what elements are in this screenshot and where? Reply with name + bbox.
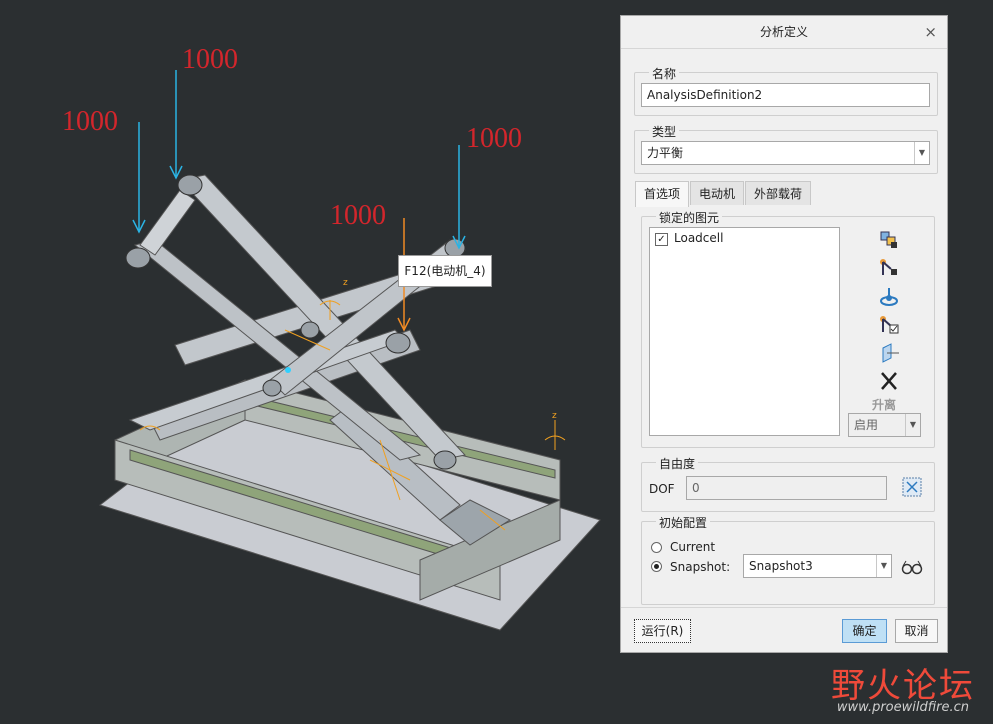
dof-display-icon[interactable] xyxy=(901,476,923,498)
lift-label: 升离 xyxy=(872,398,897,412)
force-arrows xyxy=(132,70,466,250)
dof-field: 0 xyxy=(686,476,887,500)
chevron-down-icon[interactable]: ▼ xyxy=(905,414,920,436)
dialog-title: 分析定义 xyxy=(759,25,808,39)
type-select-value: 力平衡 xyxy=(647,146,684,160)
dialog-titlebar[interactable]: 分析定义 × xyxy=(621,16,947,49)
ok-button[interactable]: 确定 xyxy=(842,619,887,643)
locked-entities-list[interactable]: ✓ Loadcell xyxy=(649,227,840,436)
tab-external-loads[interactable]: 外部载荷 xyxy=(745,181,811,205)
tab-preferences[interactable]: 首选项 xyxy=(635,181,689,207)
force-label-1: 1000 xyxy=(62,106,118,137)
delete-icon[interactable] xyxy=(877,370,901,392)
name-group-label: 名称 xyxy=(649,65,680,82)
analysis-definition-dialog: 分析定义 × 名称 AnalysisDefinition2 类型 力平衡 ▼ 首… xyxy=(620,15,948,653)
svg-text:z: z xyxy=(552,411,557,421)
watermark-url: www.proewildfire.cn xyxy=(836,700,969,715)
lock-plane-icon[interactable] xyxy=(877,342,901,364)
chevron-down-icon[interactable]: ▼ xyxy=(914,142,929,164)
close-icon[interactable]: × xyxy=(924,16,937,48)
force-label-2: 1000 xyxy=(182,44,238,75)
dof-label: DOF xyxy=(649,482,675,496)
enable-select[interactable]: 启用 ▼ xyxy=(848,413,921,437)
initial-config-label: 初始配置 xyxy=(656,514,711,531)
cancel-button[interactable]: 取消 xyxy=(895,619,938,643)
lock-point-icon[interactable] xyxy=(877,286,901,308)
glasses-icon[interactable] xyxy=(900,557,924,577)
footer-divider xyxy=(621,607,947,608)
name-input[interactable]: AnalysisDefinition2 xyxy=(641,83,930,107)
loadcell-label: Loadcell xyxy=(674,231,724,245)
snapshot-label: Snapshot: xyxy=(670,560,731,574)
run-button[interactable]: 运行(R) xyxy=(634,619,691,643)
current-label: Current xyxy=(670,540,716,554)
type-select[interactable]: 力平衡 ▼ xyxy=(641,141,930,165)
locked-entities-label: 锁定的图元 xyxy=(656,209,723,226)
lock-joint-check-icon[interactable] xyxy=(877,314,901,336)
current-radio[interactable] xyxy=(651,542,662,553)
snapshot-radio[interactable] xyxy=(651,561,662,572)
force-label-3: 1000 xyxy=(466,123,522,154)
snapshot-select-value: Snapshot3 xyxy=(749,559,813,573)
snapshot-select[interactable]: Snapshot3 ▼ xyxy=(743,554,892,578)
loadcell-checkbox[interactable]: ✓ xyxy=(655,233,668,246)
entity-tooltip: F12(电动机_4) xyxy=(398,255,492,287)
lock-body-icon[interactable] xyxy=(877,229,901,251)
enable-select-value: 启用 xyxy=(854,418,879,432)
force-label-4: 1000 xyxy=(330,200,386,231)
dof-group-label: 自由度 xyxy=(656,455,699,472)
type-group-label: 类型 xyxy=(649,123,680,140)
chevron-down-icon[interactable]: ▼ xyxy=(876,555,891,577)
lock-connection-icon[interactable] xyxy=(877,257,901,279)
tab-motors[interactable]: 电动机 xyxy=(690,181,744,205)
svg-text:z: z xyxy=(343,278,348,288)
